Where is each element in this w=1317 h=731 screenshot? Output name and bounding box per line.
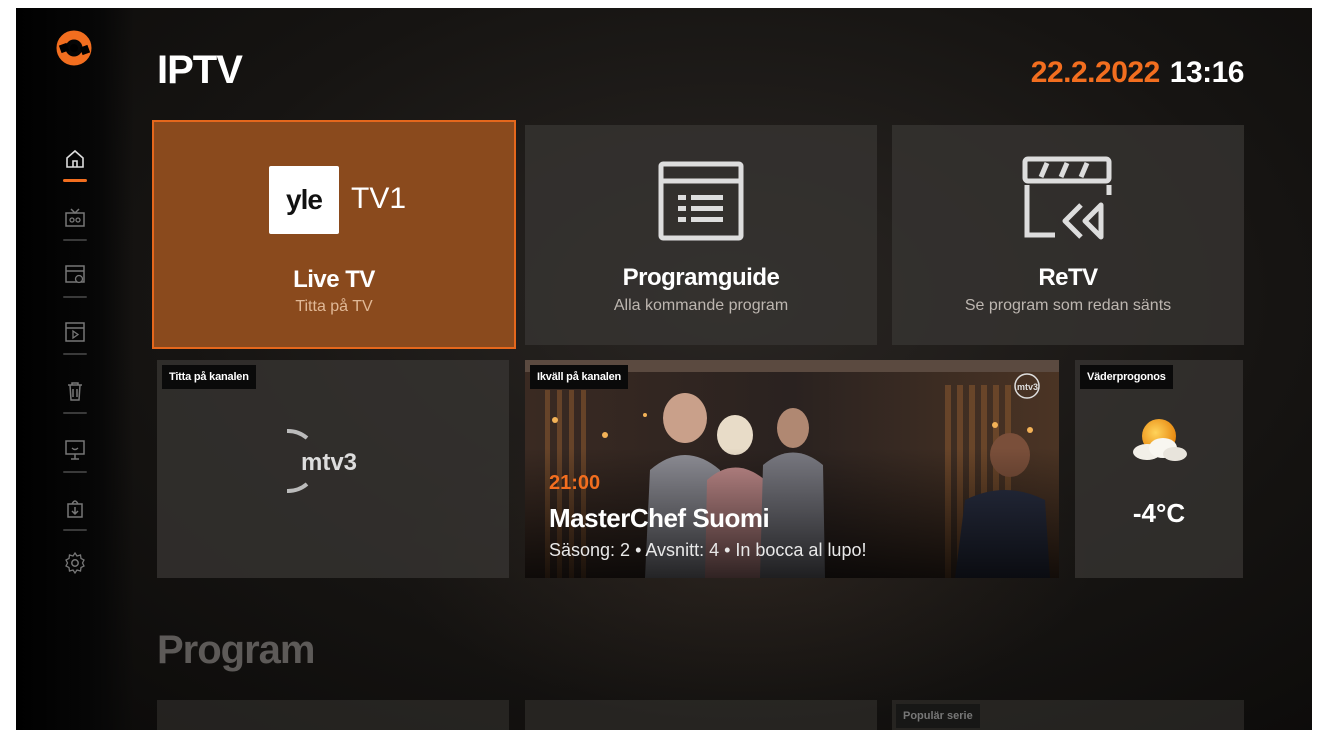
download-icon bbox=[67, 500, 83, 518]
settings-icon bbox=[65, 551, 85, 575]
nav-screen[interactable] bbox=[60, 435, 90, 473]
tonight-tag: Ikväll på kanalen bbox=[530, 365, 629, 389]
programguide-title: Programguide bbox=[622, 264, 780, 291]
program-guide-icon bbox=[658, 161, 744, 241]
live-tv-tile[interactable]: yle TV1 Live TV Titta på TV bbox=[152, 120, 516, 349]
tonight-show-tile[interactable]: mtv3 Ikväll på kanalen 21:00 MasterChef … bbox=[525, 360, 1059, 578]
home-icon bbox=[66, 149, 84, 168]
mtv3-logo-text: mtv3 bbox=[301, 449, 357, 476]
trash-icon bbox=[68, 382, 82, 401]
section-title: Program bbox=[157, 628, 315, 672]
nav-tv-schedule[interactable] bbox=[60, 260, 90, 298]
program-card-3-tag: Populär serie bbox=[896, 704, 980, 728]
show-title: MasterChef Suomi bbox=[549, 503, 770, 533]
nav-video-library[interactable] bbox=[60, 317, 90, 355]
show-meta: Säsong: 2 • Avsnitt: 4 • In bocca al lup… bbox=[549, 540, 867, 560]
channel-tile[interactable]: Titta på kanalen mtv3 bbox=[157, 360, 509, 578]
tonight-channel-logo: mtv3 bbox=[1017, 382, 1038, 392]
nav-download[interactable] bbox=[60, 493, 90, 531]
nav-settings[interactable] bbox=[60, 548, 90, 578]
retv-icon bbox=[1022, 156, 1112, 240]
show-time: 21:00 bbox=[549, 472, 601, 494]
date-text: 22.2.2022 bbox=[1030, 56, 1160, 89]
program-card-1[interactable] bbox=[157, 700, 509, 730]
temperature: -4°C bbox=[1132, 498, 1186, 528]
program-card-3[interactable]: Populär serie bbox=[892, 700, 1244, 730]
channel-tile-tag: Titta på kanalen bbox=[162, 365, 256, 389]
nav-tv[interactable] bbox=[60, 203, 90, 241]
partly-cloudy-icon bbox=[1133, 419, 1187, 461]
page-title: IPTV bbox=[157, 48, 243, 92]
nav-home[interactable] bbox=[60, 144, 90, 182]
retv-tile[interactable]: ReTV Se program som redan sänts bbox=[892, 125, 1244, 345]
iptv-screen: IPTV 22.2.2022 13:16 yle TV1 Live TV Titt… bbox=[16, 8, 1312, 730]
weather-tile[interactable]: Väderprogonos -4°C bbox=[1075, 360, 1243, 578]
time-text: 13:16 bbox=[1169, 56, 1245, 89]
mtv3-logo: mtv3 bbox=[287, 429, 357, 493]
weather-tag: Väderprogonos bbox=[1080, 365, 1173, 389]
screen-icon bbox=[65, 440, 85, 460]
yle-logo: yle bbox=[269, 166, 339, 234]
channel-name: TV1 bbox=[351, 182, 407, 215]
retv-title: ReTV bbox=[1038, 264, 1098, 291]
clock: 22.2.2022 13:16 bbox=[1030, 56, 1245, 90]
programguide-tile[interactable]: Programguide Alla kommande program bbox=[525, 125, 877, 345]
live-tv-subtitle: Titta på TV bbox=[295, 298, 373, 315]
nav-trash[interactable] bbox=[60, 376, 90, 414]
tv-schedule-icon bbox=[65, 265, 85, 284]
tv-icon bbox=[65, 208, 85, 227]
retv-subtitle: Se program som redan sänts bbox=[964, 297, 1172, 314]
program-card-2[interactable] bbox=[525, 700, 877, 730]
live-tv-title: Live TV bbox=[293, 266, 375, 293]
video-library-icon bbox=[65, 322, 85, 342]
app-logo bbox=[56, 30, 92, 66]
programguide-subtitle: Alla kommande program bbox=[613, 297, 789, 314]
sidebar bbox=[16, 8, 134, 730]
